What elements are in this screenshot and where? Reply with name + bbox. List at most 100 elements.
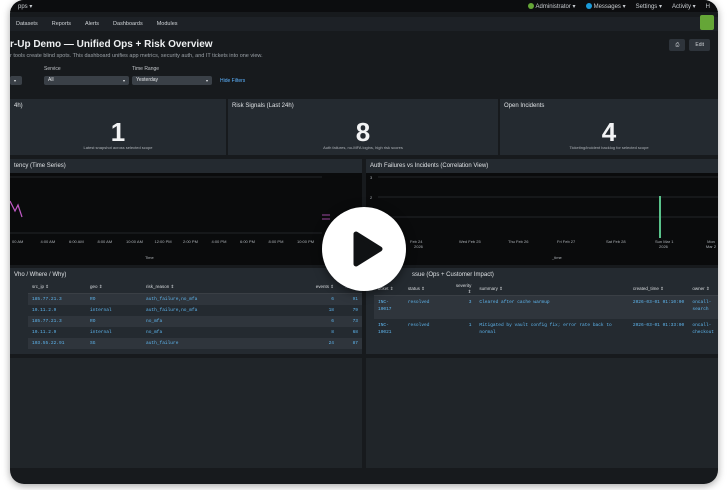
table-cell: resolved [407, 323, 430, 328]
table-cell: 6 [266, 316, 338, 327]
administrator-label: Administrator ▾ [535, 4, 576, 10]
panel-title: Risk Signals (Last 24h) [232, 103, 294, 109]
edit-button[interactable]: Edit [689, 39, 710, 51]
empty-panel-left [10, 358, 362, 468]
column-header-src-ip[interactable]: src_ip ⇕ [28, 280, 86, 294]
table-cell: 79 [352, 308, 358, 313]
time-range-label: Time Range [132, 66, 160, 72]
single-value-panel-1: 4h) 1 Latest snapshot across selected sc… [10, 99, 226, 155]
service-value: All [48, 77, 54, 83]
scope-dropdown[interactable]: ▾ [10, 76, 22, 85]
table-cell: 6 [266, 293, 338, 305]
apps-menu[interactable]: pps ▾ [18, 3, 32, 10]
x-tick-label: Thu Feb 26 [508, 239, 529, 244]
x-tick-year: 2026 [414, 244, 423, 249]
column-header-geo[interactable]: geo ⇕ [86, 280, 142, 294]
single-value: 4 [601, 117, 617, 147]
help-menu[interactable]: H [706, 4, 710, 10]
table-cell: resolved [403, 295, 450, 319]
table-cell: RO [86, 316, 142, 327]
single-value: 1 [110, 117, 126, 147]
table-body: 185.77.21.3 RO auth_failure,no_mfa 6 91 10.11… [28, 293, 362, 349]
service-dropdown[interactable]: All ▾ [44, 76, 129, 85]
table-cell: 185.77.21.3 [28, 316, 86, 327]
incident-panel: ssue (Ops + Customer Impact) ticket ⇕ st… [366, 268, 718, 354]
service-label: Service [44, 66, 61, 72]
column-header-created-time[interactable]: created_time ⇕ [628, 282, 689, 296]
table-row[interactable]: INC-10021 resolved 1 Mitigated by vault con… [374, 319, 718, 342]
table-cell: 2026-03-01 01:33:00 [632, 323, 685, 328]
export-button[interactable]: ⎙ [669, 39, 686, 51]
column-header-owner[interactable]: owner ⇕ [688, 282, 718, 296]
x-tick-label: Mon Mar 2 [705, 239, 717, 249]
column-header-severity[interactable]: severity ⇕ [449, 282, 476, 296]
column-header-risk-reason[interactable]: risk_reason ⇕ [142, 280, 266, 294]
table-row[interactable]: 185.77.21.3 RO auth_failure,no_mfa 6 91 [28, 293, 362, 305]
nav-dashboards[interactable]: Dashboards [113, 21, 143, 27]
time-range-dropdown[interactable]: Yesterday ▾ [132, 76, 212, 85]
table-cell: 68 [352, 330, 358, 335]
play-button[interactable] [322, 207, 406, 291]
table-cell: auth_failure [142, 338, 266, 349]
single-value-caption: Auth failures, no-MFA logins, high risk … [323, 145, 403, 150]
activity-menu[interactable]: Activity ▾ [672, 3, 696, 10]
table-cell: 10.11.2.9 [32, 308, 57, 313]
x-tick-label: 10:00 PM [297, 239, 315, 244]
empty-panel-right [366, 358, 718, 468]
table-row[interactable]: INC-10017 resolved 3 Cleared after cache wa… [374, 295, 718, 319]
top-bar: pps ▾ Administrator ▾ Messages ▾ Setting… [10, 0, 718, 12]
hide-filters-link[interactable]: Hide Filters [220, 78, 245, 84]
chevron-down-icon: ▾ [205, 78, 208, 83]
single-value-caption: Latest snapshot across selected scope [83, 145, 153, 150]
x-tick-label: Fri Feb 27 [557, 239, 576, 244]
settings-menu[interactable]: Settings ▾ [636, 3, 662, 10]
column-header-summary[interactable]: summary ⇕ [475, 282, 629, 296]
x-tick-year: 2026 [659, 244, 668, 249]
nav-reports[interactable]: Reports [52, 21, 71, 27]
chevron-down-icon: ▾ [14, 78, 17, 83]
table-cell: 87 [338, 338, 362, 349]
table-cell: 1 [468, 323, 472, 328]
app-logo-icon [700, 15, 714, 30]
incident-table: ticket ⇕ status ⇕ severity ⇕ summary ⇕ c… [374, 282, 718, 342]
table-cell: 2026-03-01 01:10:00 [628, 295, 689, 319]
table-row[interactable]: 103.55.22.91 SG auth_failure 24 87 [28, 338, 362, 349]
x-tick-label: 4:00 PM [211, 239, 227, 244]
x-tick-label: 8:00 AM [97, 239, 113, 244]
auth-chart[interactable]: 3 2 1 Feb 242026Wed Feb 25Thu Feb 26Fri … [366, 173, 718, 265]
table-cell: 73 [338, 316, 362, 327]
x-tick-label: Wed Feb 25 [459, 239, 481, 244]
nav-modules[interactable]: Modules [157, 21, 178, 27]
x-axis-label: Time [145, 255, 154, 260]
table-cell: internal [90, 308, 112, 313]
x-tick-label: 2:00 PM [183, 239, 198, 244]
table-cell: auth_failure,no_mfa [146, 308, 198, 313]
x-axis-label: _time [552, 255, 562, 260]
x-tick-label: 00 AM [12, 239, 24, 244]
status-ok-icon [527, 3, 534, 10]
table-row[interactable]: 10.11.2.9 internal no_mfa 8 68 [28, 327, 362, 338]
single-value-panel-2: Risk Signals (Last 24h) 8 Auth failures,… [228, 99, 498, 155]
panel-title: Vho / Where / Why) [14, 272, 67, 278]
table-cell: 91 [338, 293, 362, 305]
messages-menu[interactable]: Messages ▾ [585, 3, 626, 10]
table-cell: Cleared after cache warmup [475, 295, 629, 319]
administrator-menu[interactable]: Administrator ▾ [527, 3, 576, 10]
messages-badge-icon [585, 3, 592, 10]
x-tick-label: 6:00 PM [240, 239, 255, 244]
column-header-status[interactable]: status ⇕ [403, 282, 450, 296]
x-tick-label: 12:00 PM [154, 239, 172, 244]
nav-alerts[interactable]: Alerts [85, 21, 99, 27]
table-row[interactable]: 185.77.21.3 RO no_mfa 6 73 [28, 316, 362, 327]
nav-datasets[interactable]: Datasets [16, 21, 38, 27]
table-cell: Mitigated by vault config fix; error rat… [479, 323, 612, 335]
latency-chart[interactable]: 00 AM 4:00 AM 6:00 AM 8:00 AM 10:00 AM 12:00 … [10, 173, 362, 265]
x-tick-label: 4:00 AM [40, 239, 56, 244]
play-icon [353, 231, 383, 267]
panel-title: tency (Time Series) [14, 163, 66, 169]
chevron-down-icon: ▾ [122, 78, 125, 83]
table-cell: 8 [331, 330, 334, 335]
table-row[interactable]: 10.11.2.9 internal auth_failure,no_mfa 18 79 [28, 305, 362, 316]
table-cell: oncall-search [688, 295, 718, 319]
table-body: INC-10017 resolved 3 Cleared after cache wa… [374, 295, 718, 343]
